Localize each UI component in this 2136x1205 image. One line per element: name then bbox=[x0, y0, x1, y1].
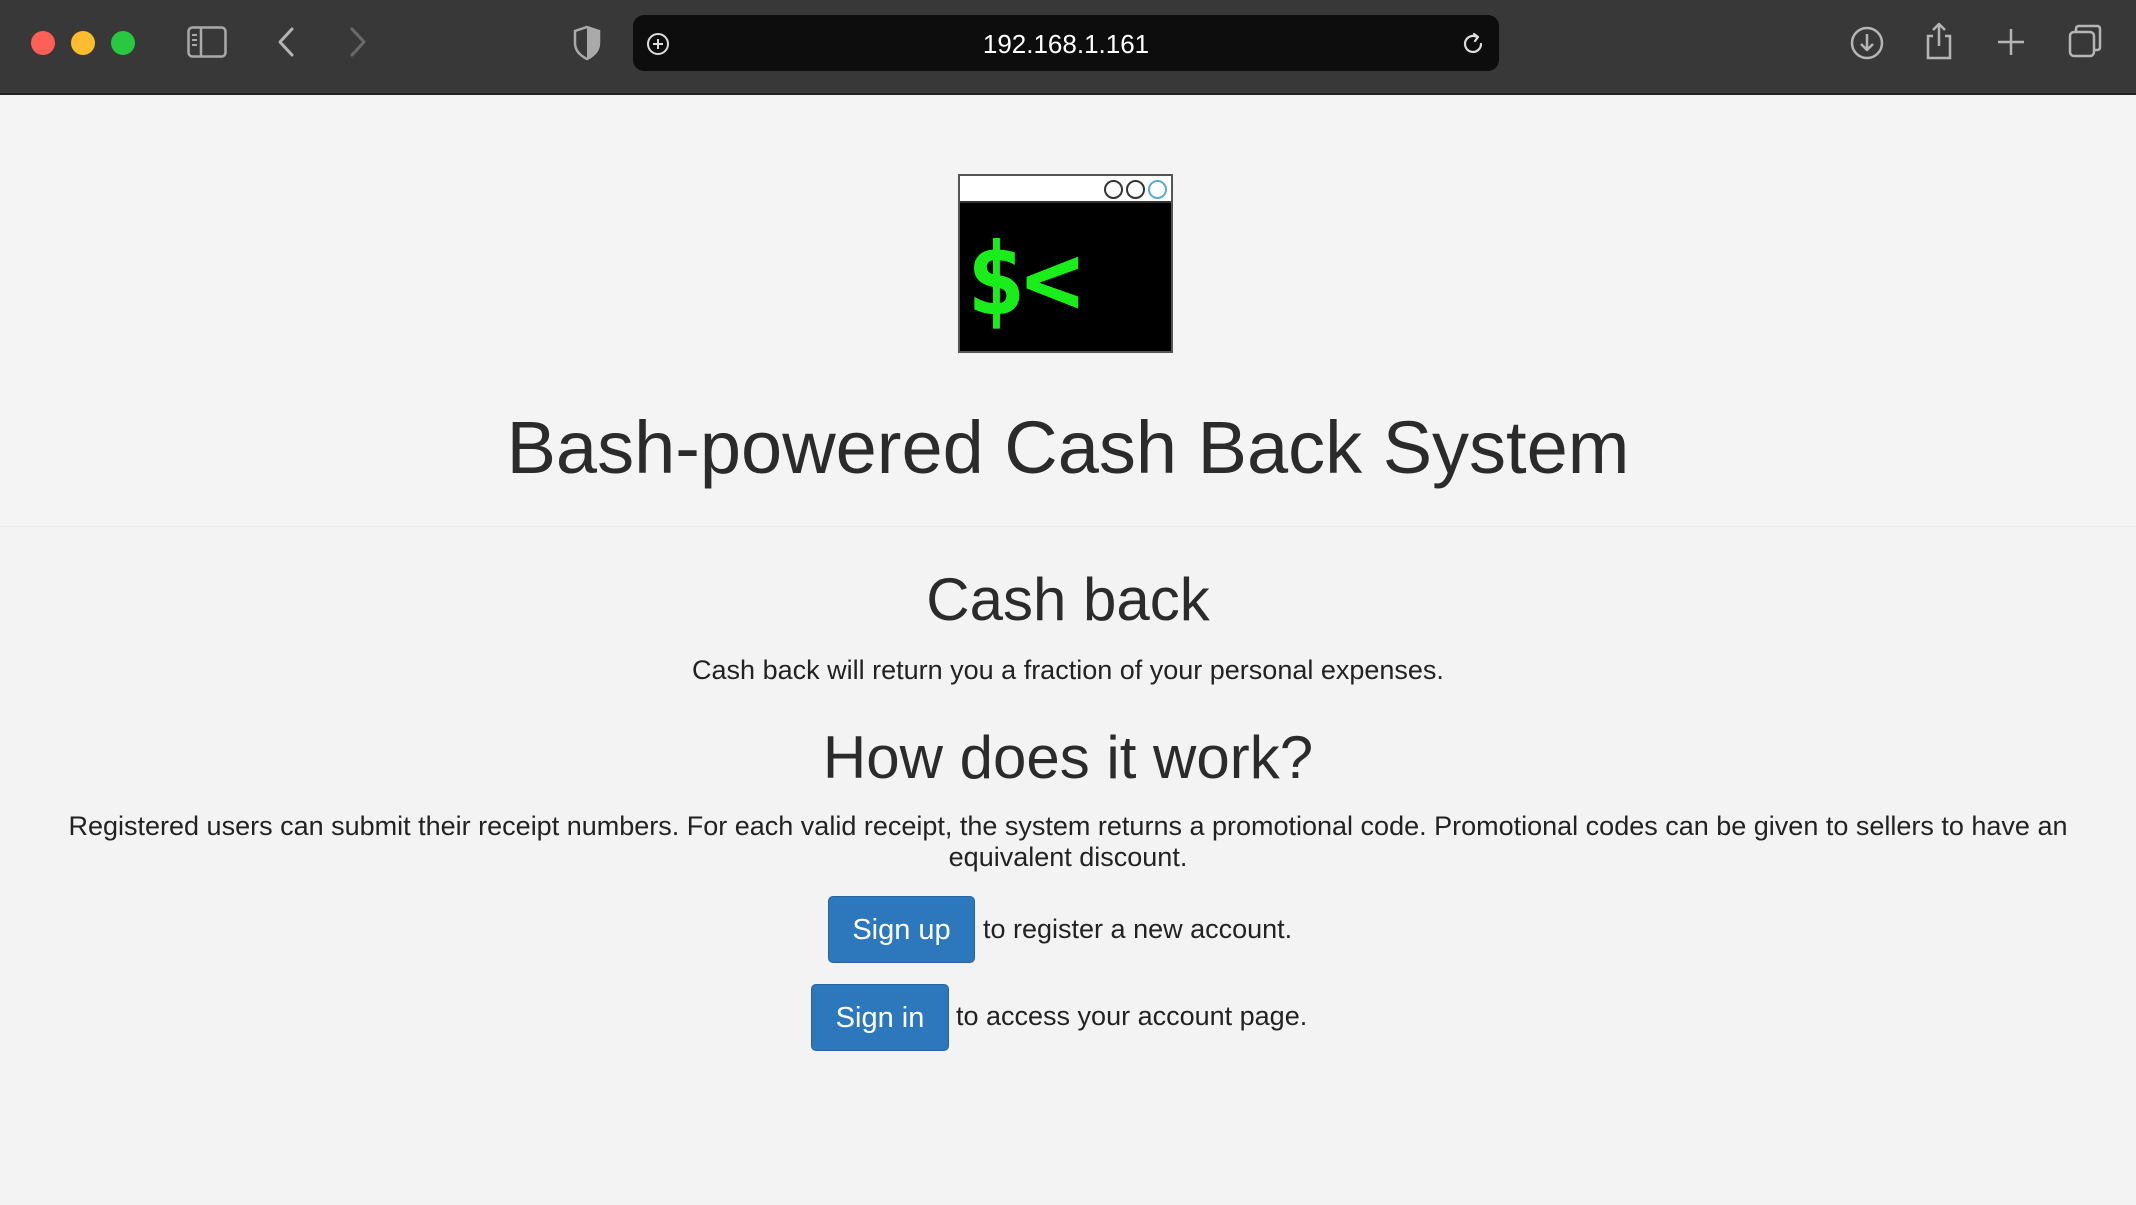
how-it-works-heading: How does it work? bbox=[822, 724, 1314, 791]
logo-window-circle bbox=[1126, 180, 1145, 199]
back-arrow-icon[interactable] bbox=[274, 24, 298, 60]
page-title: Bash-powered Cash Back System bbox=[506, 406, 1630, 489]
minimize-window-button[interactable] bbox=[71, 31, 95, 55]
new-tab-plus-icon[interactable] bbox=[1994, 24, 2028, 60]
sign-up-button[interactable]: Sign up bbox=[828, 896, 975, 963]
browser-toolbar: 192.168.1.161 bbox=[0, 0, 2136, 95]
terminal-logo: $< bbox=[958, 174, 1173, 353]
address-bar[interactable]: 192.168.1.161 bbox=[633, 15, 1499, 71]
share-icon[interactable] bbox=[1922, 20, 1956, 62]
forward-arrow-icon[interactable] bbox=[346, 24, 370, 60]
shield-icon[interactable] bbox=[570, 24, 604, 62]
reload-icon[interactable] bbox=[1459, 30, 1487, 58]
how-it-works-description: Registered users can submit their receip… bbox=[68, 811, 2068, 872]
sign-up-hint: to register a new account. bbox=[983, 914, 1293, 944]
logo-prompt: $< bbox=[966, 221, 1082, 338]
tab-overview-icon[interactable] bbox=[2066, 22, 2104, 60]
logo-title-bar bbox=[960, 176, 1171, 203]
cash-back-description: Cash back will return you a fraction of … bbox=[692, 655, 1444, 685]
logo-window-circle bbox=[1148, 180, 1167, 199]
download-icon[interactable] bbox=[1848, 24, 1886, 62]
maximize-window-button[interactable] bbox=[111, 31, 135, 55]
cash-back-heading: Cash back bbox=[926, 566, 1210, 633]
sign-in-hint: to access your account page. bbox=[956, 1001, 1308, 1031]
close-window-button[interactable] bbox=[31, 31, 55, 55]
url-text[interactable]: 192.168.1.161 bbox=[633, 15, 1499, 71]
sidebar-icon[interactable] bbox=[186, 24, 228, 60]
logo-window-circle bbox=[1104, 180, 1123, 199]
sign-in-button[interactable]: Sign in bbox=[811, 984, 949, 1051]
